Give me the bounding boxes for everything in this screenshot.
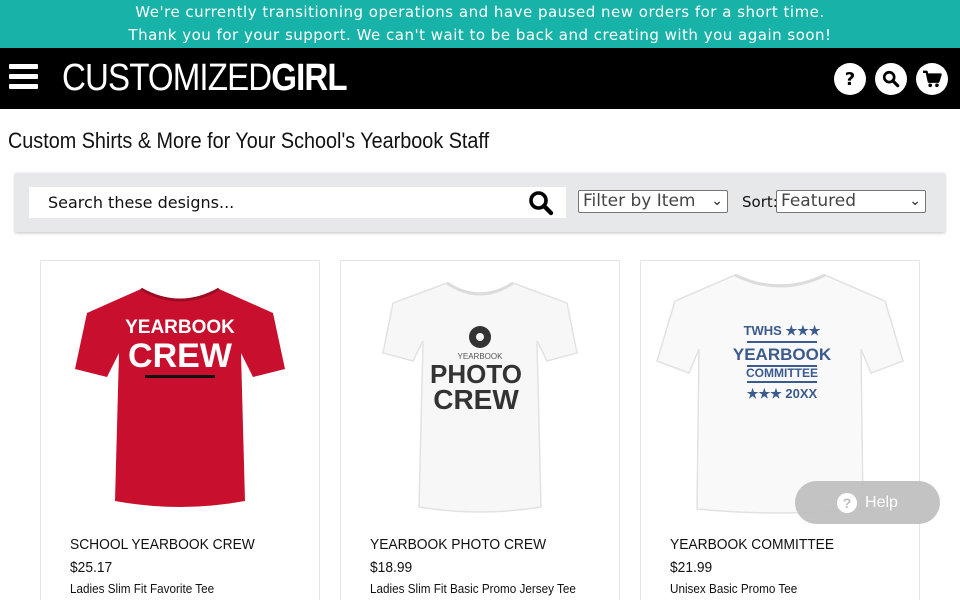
shirt-print-line: YEARBOOK xyxy=(125,317,235,338)
site-logo[interactable]: CUSTOMIZEDGIRL xyxy=(62,57,348,99)
cart-icon[interactable] xyxy=(916,63,948,95)
product-card[interactable]: TWHS ★★★ YEARBOOK COMMITTEE ★★★ 20XX YEA… xyxy=(640,260,920,600)
banner-line-2: Thank you for your support. We can't wai… xyxy=(128,26,832,44)
menu-icon[interactable] xyxy=(9,64,38,90)
help-widget-button[interactable]: ? Help xyxy=(795,481,940,524)
product-description: Ladies Slim Fit Favorite Tee xyxy=(70,581,215,596)
product-description: Unisex Basic Promo Tee xyxy=(670,581,798,596)
product-name[interactable]: YEARBOOK PHOTO CREW xyxy=(370,536,546,553)
product-card[interactable]: YEARBOOK PHOTO CREW YEARBOOK PHOTO CREW … xyxy=(340,260,620,600)
sort-select-value: Featured xyxy=(781,191,857,211)
shirt-print-line: COMMITTEE xyxy=(746,366,818,380)
product-image: YEARBOOK PHOTO CREW xyxy=(382,281,578,513)
product-card[interactable]: YEARBOOK CREW SCHOOL YEARBOOK CREW $25.1… xyxy=(40,260,320,600)
announcement-banner: We're currently transitioning operations… xyxy=(0,0,960,48)
shirt-print-line: YEARBOOK xyxy=(733,345,832,364)
site-header: CUSTOMIZEDGIRL ? xyxy=(0,48,960,109)
sort-label: Sort: xyxy=(742,193,778,211)
banner-line-1: We're currently transitioning operations… xyxy=(135,3,825,21)
filter-toolbar: Filter by Item ⌄ Sort: Featured ⌄ xyxy=(15,173,945,232)
product-price: $25.17 xyxy=(70,559,113,576)
shirt-print-line: CREW xyxy=(128,337,233,375)
filter-select[interactable]: Filter by Item ⌄ xyxy=(578,190,728,213)
logo-light-text: CUSTOMIZED xyxy=(62,57,272,99)
product-name[interactable]: SCHOOL YEARBOOK CREW xyxy=(70,536,255,553)
filter-select-value: Filter by Item xyxy=(583,191,696,211)
product-price: $18.99 xyxy=(370,559,413,576)
page-title: Custom Shirts & More for Your School's Y… xyxy=(8,128,490,153)
product-image: YEARBOOK CREW xyxy=(75,287,285,507)
search-box xyxy=(29,187,566,218)
chevron-down-icon: ⌄ xyxy=(909,193,921,209)
logo-bold-text: GIRL xyxy=(271,57,347,99)
product-name[interactable]: YEARBOOK COMMITTEE xyxy=(670,536,834,553)
sort-select[interactable]: Featured ⌄ xyxy=(776,190,926,213)
help-icon[interactable]: ? xyxy=(834,63,866,95)
product-price: $21.99 xyxy=(670,559,713,576)
chevron-down-icon: ⌄ xyxy=(711,193,723,209)
shirt-print-line: ★★★ 20XX xyxy=(747,386,818,401)
shirt-print-line: CREW xyxy=(433,384,519,415)
shirt-print-line: TWHS ★★★ xyxy=(744,323,821,338)
product-description: Ladies Slim Fit Basic Promo Jersey Tee xyxy=(370,581,576,596)
search-submit-icon[interactable] xyxy=(528,190,554,216)
help-label: Help xyxy=(865,493,898,511)
question-icon: ? xyxy=(837,492,858,513)
search-input[interactable] xyxy=(29,187,509,218)
search-icon[interactable] xyxy=(875,63,907,95)
